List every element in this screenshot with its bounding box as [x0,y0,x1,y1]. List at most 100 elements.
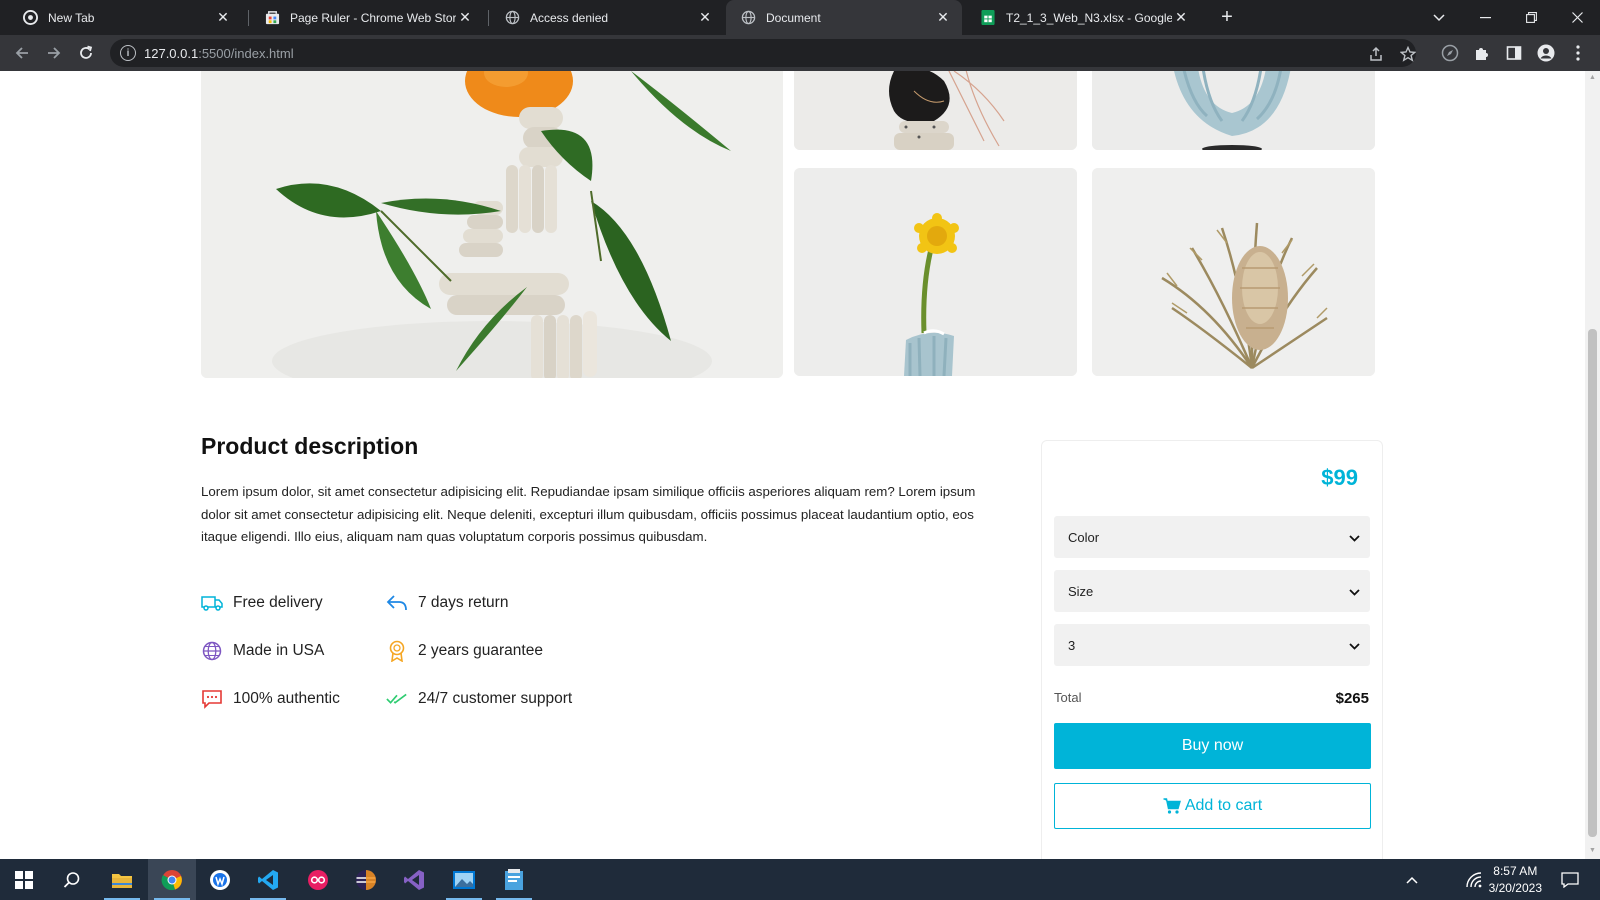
new-tab-button[interactable]: + [1214,4,1240,30]
web-store-icon [264,10,280,26]
close-window-icon[interactable] [1554,0,1600,35]
page-content: Product description Lorem ipsum dolor, s… [0,71,1585,859]
tab-title: Document [766,10,821,25]
bookmark-star-icon[interactable] [1396,42,1420,66]
total-value: $265 [1335,690,1369,707]
tab-google-sheets[interactable]: T2_1_3_Web_N3.xlsx - Google Tra ✕ [966,0,1200,35]
color-select[interactable]: Color [1054,516,1370,558]
award-icon [386,640,408,662]
globe-icon [504,10,520,26]
notepad-icon[interactable] [490,859,538,900]
feature-label: Free delivery [233,594,323,611]
feature-label: 2 years guarantee [418,642,543,659]
system-clock[interactable]: 8:57 AM 3/20/2023 [1489,863,1542,897]
close-icon[interactable]: ✕ [1172,9,1190,26]
clock-time: 8:57 AM [1493,864,1538,878]
product-image-thumb-3[interactable] [794,168,1077,376]
scroll-down-arrow-icon[interactable]: ▼ [1588,847,1597,856]
tab-page-ruler[interactable]: Page Ruler - Chrome Web Store ✕ [250,0,484,35]
close-icon[interactable]: ✕ [696,9,714,26]
tab-separator [248,10,249,26]
clock-date: 3/20/2023 [1488,881,1542,895]
minimize-icon[interactable] [1462,0,1508,35]
chrome-icon [22,10,38,26]
buy-now-label: Buy now [1181,737,1244,754]
tab-access-denied[interactable]: Access denied ✕ [490,0,724,35]
product-image-thumb-4[interactable] [1092,168,1375,376]
product-image-thumb-2[interactable] [1092,71,1375,150]
size-select-value: Size [1068,583,1094,599]
browser-tab-bar: New Tab ✕ Page Ruler - Chrome Web Store … [0,0,1600,35]
tab-document[interactable]: Document ✕ [726,0,962,35]
notifications-icon[interactable] [1552,859,1588,900]
menu-kebab-icon[interactable] [1566,41,1590,65]
feature-free-delivery: Free delivery [201,592,323,614]
app-taskbar-icon[interactable] [196,859,244,900]
close-icon[interactable]: ✕ [214,9,232,26]
chat-icon [201,688,223,710]
scroll-up-arrow-icon[interactable]: ▲ [1588,74,1597,83]
product-image-main[interactable] [201,71,783,378]
page-scrollbar[interactable]: ▲ ▼ [1585,71,1600,859]
chevron-down-icon [1349,584,1360,599]
sheets-icon [980,10,996,26]
visual-studio-icon[interactable] [390,859,438,900]
restore-icon[interactable] [1508,0,1554,35]
feature-label: 24/7 customer support [418,690,573,707]
url-text: 127.0.0.1:5500/index.html [144,46,294,61]
chevron-down-icon [1349,530,1360,545]
product-description-text: Lorem ipsum dolor, sit amet consectetur … [201,484,976,544]
product-image-thumb-1[interactable] [794,71,1077,150]
add-to-cart-button[interactable]: Add to cart [1054,783,1371,829]
feature-label: 7 days return [418,594,509,611]
file-explorer-icon[interactable] [98,859,146,900]
chevron-up-icon[interactable] [1398,859,1426,900]
url-path: :5500/index.html [198,45,294,61]
buy-now-button[interactable]: Buy now [1054,723,1371,769]
feature-support: 24/7 customer support [386,688,572,710]
total-label: Total [1054,690,1082,705]
search-icon[interactable] [48,859,96,900]
extensions-puzzle-icon[interactable] [1470,41,1494,65]
vscode-icon[interactable] [244,859,292,900]
feature-authentic: 100% authentic [201,688,340,710]
product-description-title: Product description [201,433,419,459]
reload-button[interactable] [72,39,100,67]
feature-made-in-usa: Made in USA [201,640,324,662]
wifi-icon[interactable] [1460,859,1488,900]
share-icon[interactable] [1364,42,1388,66]
address-bar[interactable]: i 127.0.0.1:5500/index.html [110,39,1416,67]
photos-icon[interactable] [440,859,488,900]
globe-icon [740,10,756,26]
feature-label: Made in USA [233,642,325,659]
feature-label: 100% authentic [233,690,340,707]
tab-new-tab[interactable]: New Tab ✕ [8,0,242,35]
close-icon[interactable]: ✕ [934,9,952,26]
chevron-down-icon [1349,638,1360,653]
cart-icon [1163,798,1181,814]
app-oo-icon[interactable] [294,859,342,900]
side-panel-icon[interactable] [1502,41,1526,65]
return-arrow-icon [386,592,408,614]
site-info-icon[interactable]: i [120,45,136,61]
color-select-value: Color [1068,529,1100,545]
size-select[interactable]: Size [1054,570,1370,612]
start-button[interactable] [0,859,48,900]
profile-avatar-icon[interactable] [1534,41,1558,65]
eclipse-icon[interactable] [342,859,390,900]
close-icon[interactable]: ✕ [456,9,474,26]
back-button[interactable] [8,39,36,67]
url-host: 127.0.0.1 [144,45,199,61]
tab-title: Page Ruler - Chrome Web Store [290,10,456,25]
chrome-taskbar-icon[interactable] [148,859,196,900]
scrollbar-thumb[interactable] [1588,329,1597,837]
forward-button[interactable] [40,39,68,67]
compass-extension-icon[interactable] [1438,41,1462,65]
tab-search-icon[interactable] [1416,0,1462,35]
quantity-select[interactable]: 3 [1054,624,1370,666]
quantity-select-value: 3 [1068,637,1076,653]
feature-guarantee: 2 years guarantee [386,640,543,662]
feature-return: 7 days return [386,592,508,614]
tab-title: Access denied [530,10,609,25]
add-to-cart-label: Add to cart [1184,797,1263,814]
